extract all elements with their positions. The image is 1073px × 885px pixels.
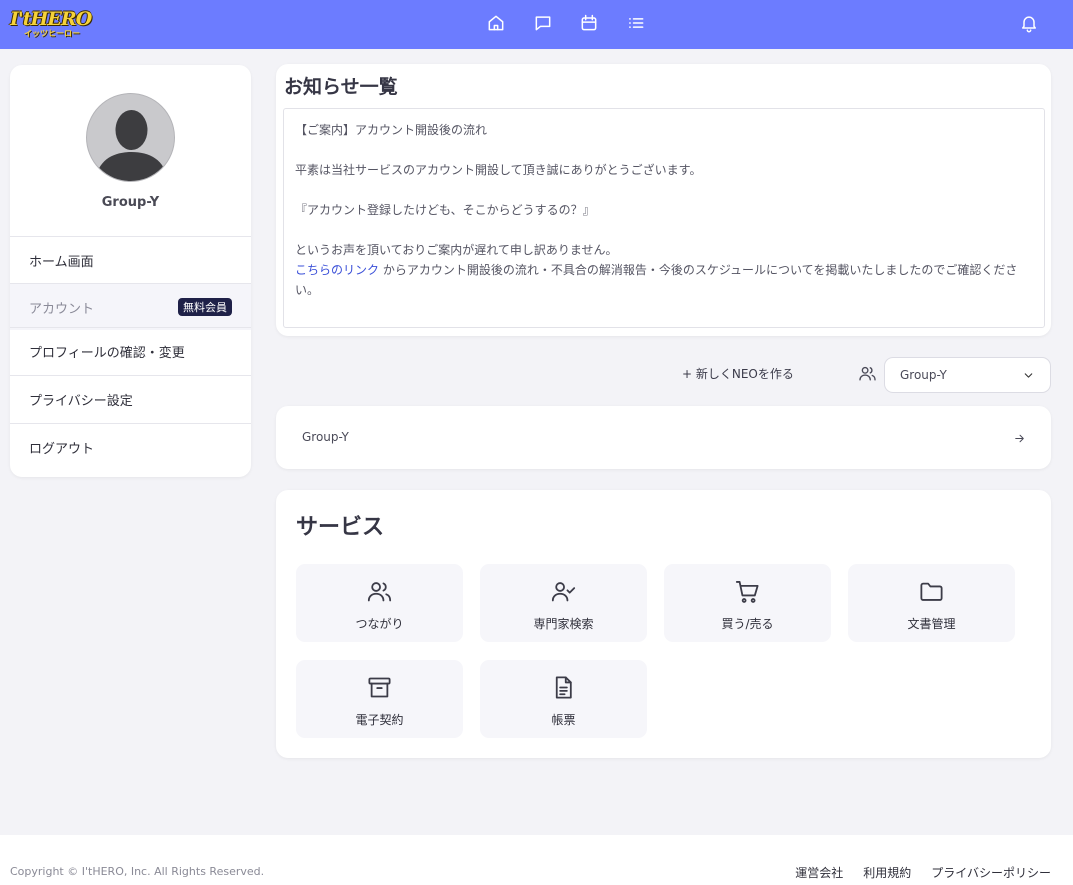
- footer: Copyright © I'tHERO, Inc. All Rights Res…: [0, 835, 1073, 885]
- calendar-icon[interactable]: [579, 13, 599, 33]
- sidebar-item-privacy[interactable]: プライバシー設定: [10, 375, 251, 422]
- service-label: つながり: [355, 617, 404, 631]
- notice-line: というお声を頂いておりご案内が遅れて申し訳ありません。: [295, 243, 618, 257]
- service-label: 文書管理: [907, 617, 956, 631]
- service-label: 買う/売る: [721, 617, 774, 631]
- services-title: サービス: [296, 515, 385, 540]
- service-label: 専門家検索: [533, 617, 594, 631]
- archive-icon: [366, 674, 393, 701]
- profile-sidebar: Group-Y ホーム画面 アカウント 無料会員 プロフィールの確認・変更 プラ…: [10, 65, 251, 477]
- footer-link-privacy-policy[interactable]: プライバシーポリシー: [931, 864, 1051, 881]
- logo-sub-text: イッツヒーロー: [24, 29, 80, 38]
- logo-main-text: I'tHERO: [10, 8, 92, 30]
- service-tile-forms[interactable]: 帳票: [480, 660, 647, 738]
- service-tile-e-contract[interactable]: 電子契約: [296, 660, 463, 738]
- bell-icon[interactable]: [1019, 13, 1039, 33]
- chevron-down-icon: [1024, 372, 1033, 378]
- users-icon: [858, 364, 877, 383]
- service-tile-connections[interactable]: つながり: [296, 564, 463, 642]
- sidebar-item-label: ログアウト: [29, 441, 95, 457]
- notice-card: お知らせ一覧 【ご案内】アカウント開設後の流れ 平素は当社サービスのアカウント開…: [276, 64, 1051, 336]
- group-name: Group-Y: [302, 430, 349, 444]
- user-check-icon: [550, 578, 577, 605]
- notice-line: [295, 220, 1033, 240]
- group-card[interactable]: Group-Y: [276, 406, 1051, 469]
- group-select[interactable]: Group-Y: [884, 357, 1051, 393]
- avatar-silhouette-icon: [95, 110, 168, 181]
- folder-icon: [918, 578, 945, 605]
- service-tile-expert-search[interactable]: 専門家検索: [480, 564, 647, 642]
- message-icon[interactable]: [533, 13, 553, 33]
- notice-title: お知らせ一覧: [284, 76, 398, 98]
- avatar[interactable]: [86, 93, 175, 182]
- ithero-logo[interactable]: I'tHERO イッツヒーロー: [10, 8, 92, 40]
- sidebar-item-label: アカウント: [29, 301, 95, 317]
- notice-line: 【ご案内】アカウント開設後の流れ: [295, 123, 488, 137]
- home-icon[interactable]: [486, 13, 506, 33]
- notice-content: 【ご案内】アカウント開設後の流れ 平素は当社サービスのアカウント開設して頂き誠に…: [283, 108, 1045, 328]
- top-navigation-bar: I'tHERO イッツヒーロー: [0, 0, 1073, 49]
- cart-icon: [734, 578, 761, 605]
- notice-line: [295, 140, 1033, 160]
- footer-links: 運営会社 利用規約 プライバシーポリシー: [795, 864, 1051, 881]
- service-label: 帳票: [551, 713, 576, 727]
- notice-line: [295, 180, 1033, 200]
- notice-line: 平素は当社サービスのアカウント開設して頂き誠にありがとうございます。: [295, 163, 702, 177]
- notice-line: こちらのリンク からアカウント開設後の流れ・不具合の解消報告・今後のスケジュール…: [295, 260, 1033, 300]
- membership-badge: 無料会員: [178, 298, 232, 316]
- sidebar-item-label: プライバシー設定: [29, 393, 133, 409]
- service-tile-documents[interactable]: 文書管理: [848, 564, 1015, 642]
- copyright-text: Copyright © I'tHERO, Inc. All Rights Res…: [10, 865, 265, 878]
- sidebar-item-profile[interactable]: プロフィールの確認・変更: [10, 327, 251, 374]
- services-card: サービス つながり 専門家検索 買う/売る 文書管理 電子契約 帳票: [276, 490, 1051, 758]
- arrow-right-icon: [1013, 430, 1026, 443]
- list-icon[interactable]: [626, 13, 646, 33]
- sidebar-item-home[interactable]: ホーム画面: [10, 236, 251, 283]
- footer-link-company[interactable]: 運営会社: [795, 864, 843, 881]
- sidebar-item-account[interactable]: アカウント 無料会員: [10, 283, 251, 330]
- sidebar-item-label: プロフィールの確認・変更: [29, 345, 185, 361]
- sidebar-item-label: ホーム画面: [29, 254, 94, 270]
- footer-link-terms[interactable]: 利用規約: [863, 864, 911, 881]
- notice-link[interactable]: こちらのリンク: [295, 263, 379, 277]
- users-icon: [366, 578, 393, 605]
- document-icon: [550, 674, 577, 701]
- username: Group-Y: [101, 195, 160, 210]
- notice-link-followup: からアカウント開設後の流れ・不具合の解消報告・今後のスケジュールについてを掲載い…: [295, 263, 1018, 297]
- service-label: 電子契約: [355, 713, 404, 727]
- sidebar-item-logout[interactable]: ログアウト: [10, 423, 251, 470]
- notice-line: 『アカウント登録したけども、そこからどうするの？』: [295, 203, 595, 217]
- group-select-value: Group-Y: [900, 368, 947, 382]
- create-neo-button[interactable]: + 新しくNEOを作る: [682, 365, 794, 382]
- service-tile-buy-sell[interactable]: 買う/売る: [664, 564, 831, 642]
